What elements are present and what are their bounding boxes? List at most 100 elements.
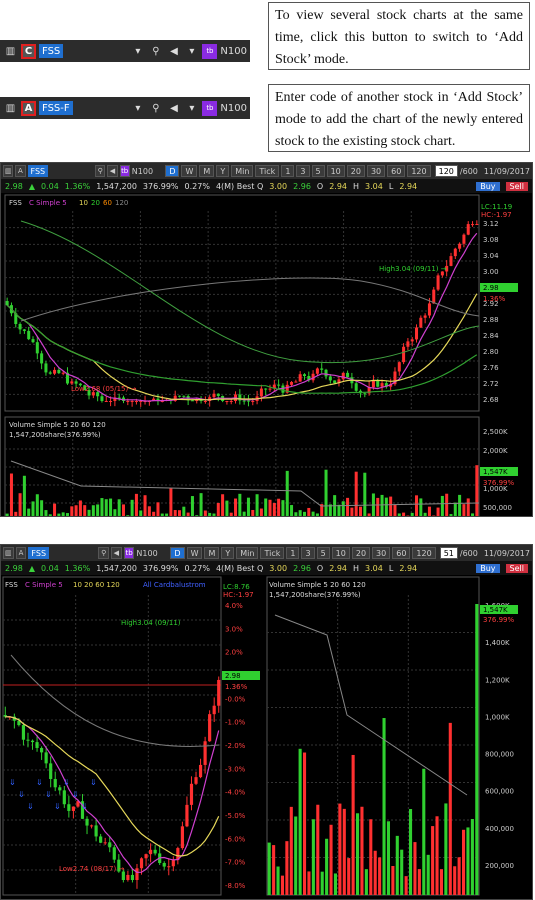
speaker-icon[interactable]: ◀ — [166, 101, 181, 116]
candle-body — [397, 362, 401, 372]
tab-day[interactable]: D — [170, 547, 185, 559]
tab-min-5[interactable]: 5 — [316, 547, 330, 559]
tb-icon[interactable]: tb — [119, 165, 130, 177]
tb-icon[interactable]: tb — [202, 43, 218, 59]
date-field[interactable]: 11/09/2017 — [484, 549, 530, 558]
candle-body — [104, 401, 108, 402]
volume-bar — [315, 513, 319, 516]
tab-min-30[interactable]: 30 — [366, 165, 386, 177]
volume-tick-label: 600,000 — [485, 788, 514, 796]
tab-min-20[interactable]: 20 — [351, 547, 371, 559]
volume-bar — [272, 845, 276, 895]
signal-marker: ⇓ — [90, 778, 97, 787]
candle-body — [58, 787, 62, 791]
mode-switch-button[interactable]: A — [15, 547, 27, 559]
speaker-icon[interactable]: ◀ — [166, 44, 181, 59]
tab-day[interactable]: D — [165, 165, 180, 177]
tab-min-10[interactable]: 10 — [326, 165, 345, 177]
buy-button[interactable]: Buy — [476, 563, 500, 573]
volume-bar — [294, 816, 298, 895]
buy-button[interactable]: Buy — [476, 181, 500, 191]
count-input[interactable]: 51 — [439, 547, 458, 559]
volume-bar — [255, 494, 259, 516]
search-icon[interactable]: ⚲ — [95, 165, 106, 177]
chart-window-icon[interactable]: ▥ — [3, 165, 14, 177]
tab-month[interactable]: M — [204, 547, 220, 559]
stock-code-input[interactable]: FSS — [27, 165, 49, 177]
candle-body — [268, 388, 272, 390]
tab-min-120[interactable]: 120 — [412, 547, 436, 559]
mode-switch-button[interactable]: A — [21, 100, 36, 116]
tab-week[interactable]: W — [186, 547, 203, 559]
search-icon[interactable]: ⚲ — [98, 547, 110, 559]
price-tag: 2.98 — [225, 672, 241, 680]
chart2-canvas[interactable]: FSS C Simple 5 10 20 60 120 All Cardbalustr… — [1, 575, 532, 899]
stock-code-input[interactable]: FSS — [39, 44, 64, 58]
dropdown-arrow-icon[interactable]: ▾ — [184, 101, 199, 116]
search-icon[interactable]: ⚲ — [148, 44, 163, 59]
mode-switch-button[interactable]: C — [21, 43, 36, 59]
tab-week[interactable]: W — [181, 165, 198, 177]
tab-min-3[interactable]: 3 — [301, 547, 315, 559]
dropdown-arrow-icon[interactable]: ▾ — [130, 44, 145, 59]
chart-window-icon[interactable]: ▥ — [3, 547, 14, 559]
stock-code-input[interactable]: FSS — [28, 547, 50, 559]
dropdown-arrow-icon[interactable]: ▾ — [184, 44, 199, 59]
dropdown-arrow-icon[interactable]: ▾ — [130, 101, 145, 116]
tab-tick[interactable]: Tick — [260, 547, 285, 559]
tab-min[interactable]: Min — [231, 165, 254, 177]
hc-label: HC:-1.97 — [223, 591, 254, 599]
count-input[interactable]: 120 — [434, 165, 458, 177]
tab-year[interactable]: Y — [216, 165, 230, 177]
open-value: 2.94 — [329, 181, 348, 191]
tab-min-60[interactable]: 60 — [392, 547, 411, 559]
volume-bar — [320, 871, 324, 895]
y-tick-label: 2.72 — [483, 380, 499, 388]
tab-month[interactable]: M — [199, 165, 215, 177]
volume-bar — [267, 842, 271, 895]
volume-bar — [156, 502, 160, 516]
low-label: Low2.74 (08/17) → — [59, 865, 124, 873]
tab-min-120[interactable]: 120 — [407, 165, 431, 177]
tab-min-5[interactable]: 5 — [311, 165, 325, 177]
tab-min-10[interactable]: 10 — [331, 547, 350, 559]
candle-body — [333, 380, 337, 384]
tb-icon[interactable]: tb — [123, 547, 135, 559]
tab-year[interactable]: Y — [221, 547, 235, 559]
tab-min-1[interactable]: 1 — [281, 165, 295, 177]
sell-button[interactable]: Sell — [505, 181, 528, 191]
sell-button[interactable]: Sell — [505, 563, 528, 573]
chart-window-icon[interactable]: ▥ — [3, 44, 18, 59]
volume-tick-label: 200,000 — [485, 862, 514, 870]
volume-bar — [229, 512, 233, 516]
chart1-canvas[interactable]: FSS C Simple 5 10 20 60 120 High3.04 (09/11) →… — [1, 193, 532, 516]
chart-window-icon[interactable]: ▥ — [3, 101, 18, 116]
candle-body — [302, 374, 306, 377]
candle-body — [298, 374, 302, 382]
tab-min-60[interactable]: 60 — [387, 165, 406, 177]
mode-switch-button[interactable]: A — [15, 165, 26, 177]
candle-body — [212, 705, 216, 715]
tab-min-20[interactable]: 20 — [346, 165, 365, 177]
tab-min[interactable]: Min — [236, 547, 259, 559]
tab-min-3[interactable]: 3 — [296, 165, 310, 177]
volume-value: 1,547,200 — [96, 563, 137, 573]
vol-pct-tag: 376.99% — [483, 616, 514, 624]
tab-min-1[interactable]: 1 — [286, 547, 300, 559]
date-field[interactable]: 11/09/2017 — [484, 167, 530, 176]
tb-icon[interactable]: tb — [202, 100, 218, 116]
search-icon[interactable]: ⚲ — [148, 101, 163, 116]
speaker-icon[interactable]: ◀ — [111, 547, 122, 559]
speaker-icon[interactable]: ◀ — [107, 165, 118, 177]
volume-bar — [165, 513, 169, 516]
tab-min-30[interactable]: 30 — [372, 547, 391, 559]
candle-body — [462, 234, 466, 244]
stock-code-input[interactable]: FSS-F — [39, 101, 73, 115]
change-value: 0.04 — [40, 181, 59, 191]
tab-tick[interactable]: Tick — [255, 165, 280, 177]
price-legend: FSS — [9, 199, 22, 207]
bestq-label: 4(M) Best Q — [215, 181, 264, 191]
candle-body — [410, 339, 414, 342]
volume-bar — [350, 507, 354, 516]
volume-bar — [87, 509, 91, 516]
